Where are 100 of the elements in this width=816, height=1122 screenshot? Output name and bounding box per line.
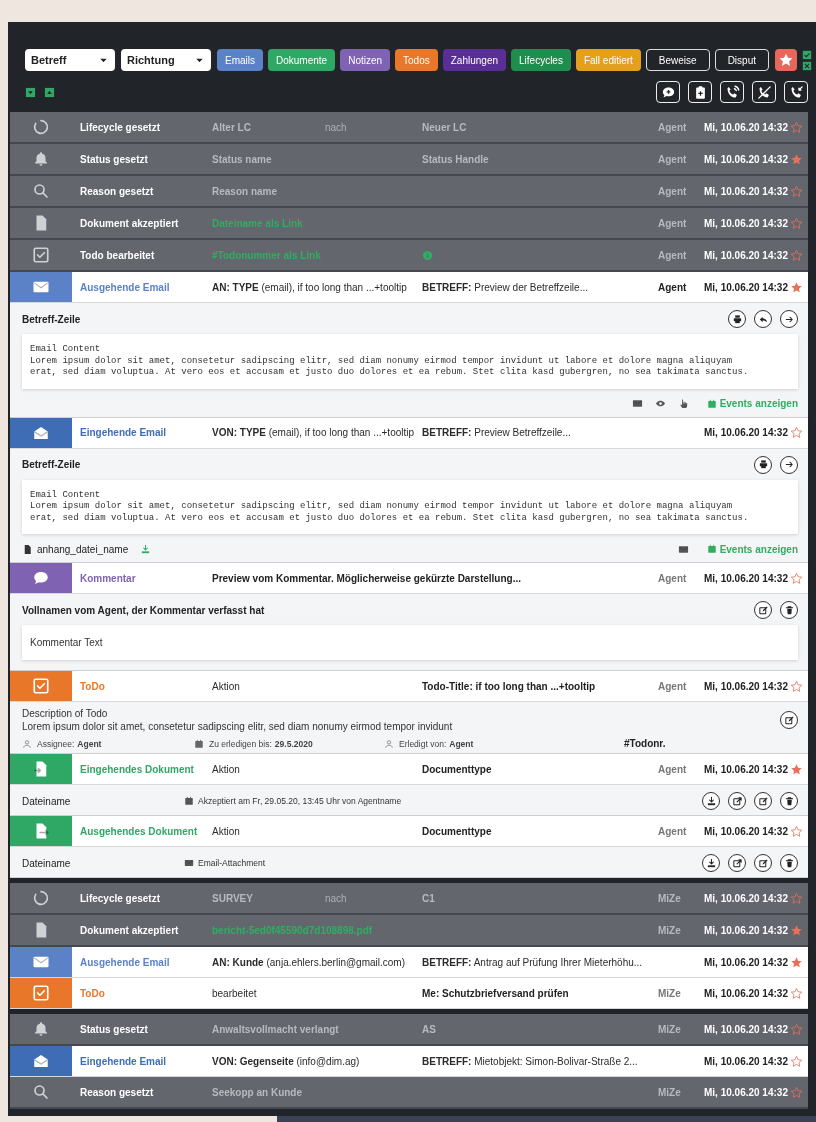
star-icon[interactable] (790, 152, 803, 166)
collapse-icon[interactable] (25, 86, 36, 98)
timestamp: Mi, 10.06.20 14:32 (704, 680, 789, 692)
star-icon[interactable] (790, 1022, 803, 1036)
check-icon[interactable] (802, 49, 812, 60)
star-icon[interactable] (790, 280, 803, 294)
trash-button[interactable] (780, 601, 798, 619)
event-row[interactable]: Ausgehende Email AN: Kunde (anja.ehlers.berlin@gmail.com) BETREFF: Antrag auf Prüfung Ihrer Mieterhöhu... Mi, 10.06.20 14:32 (10, 947, 808, 978)
star-icon[interactable] (790, 986, 803, 1000)
export-button[interactable] (728, 792, 746, 810)
star-icon[interactable] (790, 824, 803, 838)
filter-button[interactable]: Todos (395, 49, 438, 71)
reply-button[interactable] (754, 310, 772, 328)
edit-button[interactable] (754, 792, 772, 810)
print-button[interactable] (728, 310, 746, 328)
agent-name: MiZe (658, 1086, 682, 1098)
edit-button[interactable] (780, 711, 798, 729)
envelope-icon[interactable] (631, 398, 643, 409)
attachment-name[interactable]: anhang_datei_name (37, 543, 129, 555)
event-row[interactable]: ToDo bearbeitet Me: Schutzbriefversand prüfen MiZe Mi, 10.06.20 14:32 (10, 978, 808, 1009)
filter-button[interactable]: Lifecycles (511, 49, 571, 71)
trash-button[interactable] (780, 792, 798, 810)
download-icon[interactable] (140, 543, 152, 555)
star-icon[interactable] (790, 891, 803, 905)
download-button[interactable] (702, 854, 720, 872)
envelope-icon (184, 858, 194, 868)
document-note: Akzeptiert am Fr, 29.05.20, 13:45 Uhr von Agentname (198, 796, 402, 806)
star-icon[interactable] (790, 426, 803, 439)
filter-button[interactable]: Disput (714, 49, 769, 71)
star-icon[interactable] (790, 923, 803, 937)
envelope-icon[interactable] (677, 543, 689, 555)
file-name: Dateiname (22, 795, 72, 807)
agent-name: Agent (658, 680, 688, 692)
checkbox-icon (32, 246, 50, 264)
star-icon[interactable] (790, 762, 803, 776)
star-icon[interactable] (790, 248, 803, 262)
chat-plus-button[interactable] (656, 81, 680, 103)
star-icon[interactable] (790, 184, 803, 198)
entry-subject: BETREFF: Preview Betreffzeile... (422, 427, 572, 438)
system-row[interactable]: Todo bearbeitet #Todonummer als Link Agent Mi, 10.06.20 14:32 (10, 240, 808, 272)
system-row[interactable]: Dokument akzeptiert Dateiname als Link Agent Mi, 10.06.20 14:32 (10, 208, 808, 240)
agent-name: MiZe (658, 1023, 682, 1035)
phone-button[interactable] (720, 81, 744, 103)
email-text: Email Content (30, 489, 102, 501)
dropdown[interactable]: Richtung (121, 49, 211, 71)
star-icon[interactable] (790, 571, 803, 585)
entry-subject: BETREFF: Antrag auf Prüfung Ihrer Mieterhöhu... (422, 956, 644, 968)
expand-icon[interactable] (44, 86, 55, 98)
system-row[interactable]: Reason gesetzt Seekopp an Kunde MiZe Mi, 10.06.20 14:32 (10, 1077, 808, 1109)
close-icon[interactable] (802, 60, 812, 71)
system-row[interactable]: Reason gesetzt Reason name Agent Mi, 10.06.20 14:32 (10, 176, 808, 208)
trash-icon (783, 795, 795, 807)
trash-button[interactable] (780, 854, 798, 872)
entry-value: Aktion (212, 825, 241, 837)
filter-button[interactable]: Emails (217, 49, 263, 71)
star-icon[interactable] (790, 955, 803, 969)
search-icon (32, 182, 50, 200)
event-row[interactable]: Ausgehende Email AN: TYPE (email), if too long than ...+tooltip BETREFF: Preview der Betreffzeile... Agent Mi, 10.06.20 14:32 (10, 272, 808, 303)
dropdown[interactable]: Betreff (25, 49, 115, 71)
phone-arrow-button[interactable] (784, 81, 808, 103)
eye-icon[interactable] (654, 398, 666, 409)
edit-button[interactable] (754, 854, 772, 872)
arrow-right-button[interactable] (780, 310, 798, 328)
clipboard-plus-button[interactable] (688, 81, 712, 103)
system-row[interactable]: Status gesetzt Status name Status Handle Agent Mi, 10.06.20 14:32 (10, 144, 808, 176)
agent-name: Agent (658, 153, 688, 165)
event-row[interactable]: Eingehende Email VON: TYPE (email), if too long than ...+tooltip BETREFF: Preview Betreffzeile... Mi, 10.06.20 14:32 (10, 417, 808, 449)
event-row[interactable]: Kommentar Preview vom Kommentar. Möglicherweise gekürzte Darstellung... Agent Mi, 10.06.20 14:32 (10, 563, 808, 594)
phone-off-button[interactable] (752, 81, 776, 103)
export-button[interactable] (728, 854, 746, 872)
timestamp: Mi, 10.06.20 14:32 (704, 892, 789, 904)
print-button[interactable] (754, 455, 772, 474)
entry-subject: Todo-Title: if too long than ...+tooltip (422, 680, 597, 692)
timestamp: Mi, 10.06.20 14:32 (704, 956, 789, 968)
star-icon[interactable] (790, 216, 803, 230)
star-icon[interactable] (790, 120, 803, 134)
star-icon[interactable] (790, 1085, 803, 1099)
system-row[interactable]: Status gesetzt Anwaltsvollmacht verlangt AS MiZe Mi, 10.06.20 14:32 (10, 1014, 808, 1046)
open-envelope-icon (32, 1052, 50, 1070)
star-icon[interactable] (790, 1054, 803, 1068)
filter-button[interactable]: Notizen (340, 49, 391, 71)
event-row[interactable]: ToDo Aktion Todo-Title: if too long than ...+tooltip Agent Mi, 10.06.20 14:32 (10, 671, 808, 702)
event-row[interactable]: Ausgehendes Dokument Aktion Documenttype Agent Mi, 10.06.20 14:32 (10, 816, 808, 847)
entry-subject: Status Handle (422, 153, 490, 165)
entry-title: Reason gesetzt (79, 1086, 155, 1098)
edit-button[interactable] (754, 601, 772, 619)
arrow-right-button[interactable] (780, 455, 798, 474)
system-row[interactable]: Lifecycle gesetzt SURVEY nach C1 MiZe Mi, 10.06.20 14:32 (10, 883, 808, 915)
download-button[interactable] (702, 792, 720, 810)
filter-button[interactable]: Zahlungen (442, 49, 506, 71)
event-row[interactable]: Eingehende Email VON: Gegenseite (info@dim.ag) BETREFF: Mietobjekt: Simon-Bolivar-Straße 2... Mi, 10.06.20 14:32 (10, 1046, 808, 1077)
system-row[interactable]: Lifecycle gesetzt Alter LC nach Neuer LC Agent Mi, 10.06.20 14:32 (10, 112, 808, 144)
calendar-icon (706, 398, 717, 409)
system-row[interactable]: Dokument akzeptiert bericht-5ed0f45590d7d108898.pdf MiZe Mi, 10.06.20 14:32 (10, 915, 808, 947)
filter-button[interactable]: Beweise (645, 49, 710, 71)
star-icon[interactable] (790, 679, 803, 693)
event-row[interactable]: Eingehendes Dokument Aktion Documenttype Agent Mi, 10.06.20 14:32 (10, 754, 808, 785)
filter-button[interactable]: Dokumente (268, 49, 336, 71)
edit-icon (757, 857, 769, 869)
favorite-button[interactable] (775, 49, 797, 71)
